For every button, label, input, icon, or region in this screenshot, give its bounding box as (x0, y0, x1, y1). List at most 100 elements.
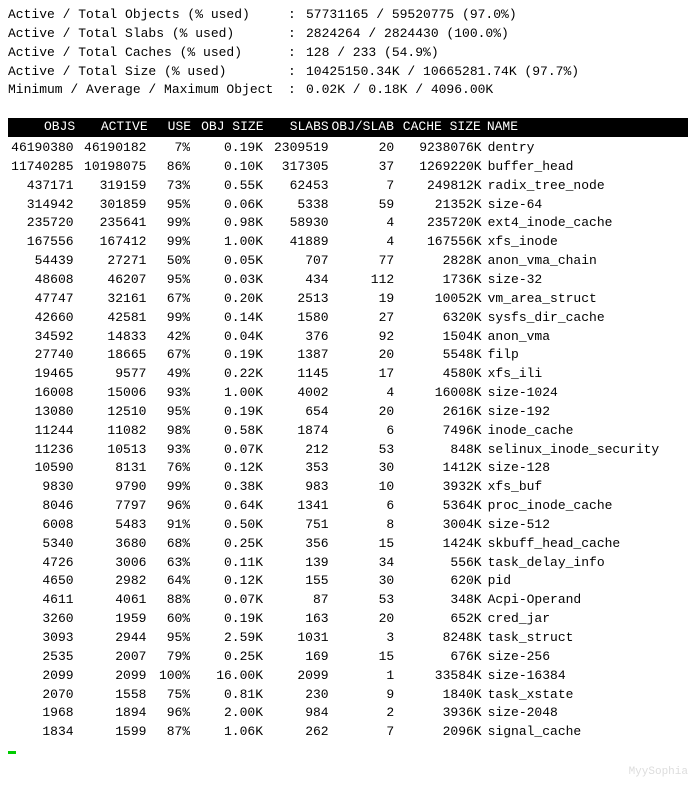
cell-cachesize: 21352K (394, 196, 481, 215)
cell-active: 5483 (74, 516, 147, 535)
cell-cachesize: 2096K (394, 723, 481, 742)
cell-active: 3006 (74, 554, 147, 573)
table-row: 31494230185995%0.06K53385921352Ksize-64 (8, 196, 688, 215)
cell-objs: 10590 (8, 459, 74, 478)
cell-active: 1894 (74, 704, 147, 723)
cell-cachesize: 2616K (394, 403, 481, 422)
table-row: 1834159987%1.06K26272096Ksignal_cache (8, 723, 688, 742)
table-row: 117402851019807586%0.10K317305371269220K… (8, 158, 688, 177)
cell-slabs: 376 (263, 328, 329, 347)
summary-line: Active / Total Size (% used): 10425150.3… (8, 63, 688, 82)
cell-name: dentry (482, 139, 688, 158)
cell-use: 99% (146, 309, 190, 328)
cell-slabs: 230 (263, 686, 329, 705)
cell-slabs: 5338 (263, 196, 329, 215)
cell-cachesize: 4580K (394, 365, 481, 384)
cell-objslab: 1 (329, 667, 395, 686)
cell-objs: 2070 (8, 686, 74, 705)
cell-active: 27271 (74, 252, 147, 271)
cell-objsize: 0.07K (190, 441, 263, 460)
cell-cachesize: 3936K (394, 704, 481, 723)
cell-objslab: 30 (329, 459, 395, 478)
cell-slabs: 1145 (263, 365, 329, 384)
cell-objsize: 0.50K (190, 516, 263, 535)
summary-value: 2824264 / 2824430 (100.0%) (306, 25, 509, 44)
table-row: 4611406188%0.07K8753348KAcpi-Operand (8, 591, 688, 610)
cell-name: radix_tree_node (482, 177, 688, 196)
cell-active: 2982 (74, 572, 147, 591)
cell-objsize: 0.20K (190, 290, 263, 309)
table-row: 1968189496%2.00K98423936Ksize-2048 (8, 704, 688, 723)
cell-name: size-256 (482, 648, 688, 667)
cell-active: 15006 (74, 384, 147, 403)
cell-cachesize: 1412K (394, 459, 481, 478)
table-row: 112361051393%0.07K21253848Kselinux_inode… (8, 441, 688, 460)
cell-objs: 4650 (8, 572, 74, 591)
col-objsize: OBJ SIZE (191, 118, 263, 137)
cell-slabs: 2513 (263, 290, 329, 309)
table-row: 10590813176%0.12K353301412Ksize-128 (8, 459, 688, 478)
cell-use: 49% (146, 365, 190, 384)
cell-name: task_xstate (482, 686, 688, 705)
cell-objsize: 0.25K (190, 648, 263, 667)
cell-name: anon_vma (482, 328, 688, 347)
cell-objsize: 0.07K (190, 591, 263, 610)
table-row: 16755616741299%1.00K418894167556Kxfs_ino… (8, 233, 688, 252)
cell-objslab: 15 (329, 648, 395, 667)
cell-objslab: 30 (329, 572, 395, 591)
cell-name: size-16384 (482, 667, 688, 686)
cell-objslab: 17 (329, 365, 395, 384)
cell-cachesize: 848K (394, 441, 481, 460)
table-row: 5340368068%0.25K356151424Kskbuff_head_ca… (8, 535, 688, 554)
cell-objsize: 1.00K (190, 384, 263, 403)
cell-use: 95% (146, 196, 190, 215)
table-row: 4726300663%0.11K13934556Ktask_delay_info (8, 554, 688, 573)
cell-active: 10198075 (74, 158, 147, 177)
cell-name: size-1024 (482, 384, 688, 403)
cell-use: 50% (146, 252, 190, 271)
cell-objsize: 0.58K (190, 422, 263, 441)
cell-cachesize: 1840K (394, 686, 481, 705)
cell-active: 2944 (74, 629, 147, 648)
cell-cachesize: 6320K (394, 309, 481, 328)
summary-line: Minimum / Average / Maximum Object: 0.02… (8, 81, 688, 100)
cell-objs: 437171 (8, 177, 74, 196)
cell-cachesize: 8248K (394, 629, 481, 648)
cell-objs: 19465 (8, 365, 74, 384)
cell-objs: 46190380 (8, 139, 74, 158)
cell-cachesize: 10052K (394, 290, 481, 309)
col-objs: OBJS (10, 118, 75, 137)
cell-objsize: 0.03K (190, 271, 263, 290)
cell-active: 32161 (74, 290, 147, 309)
col-use: USE (148, 118, 191, 137)
summary-label: Active / Total Objects (% used) (8, 6, 288, 25)
cell-slabs: 169 (263, 648, 329, 667)
cell-active: 167412 (74, 233, 147, 252)
cell-slabs: 434 (263, 271, 329, 290)
cell-objsize: 16.00K (190, 667, 263, 686)
cell-cachesize: 7496K (394, 422, 481, 441)
cell-objsize: 0.12K (190, 459, 263, 478)
cell-objslab: 6 (329, 422, 395, 441)
cell-use: 96% (146, 704, 190, 723)
cell-active: 1599 (74, 723, 147, 742)
cell-active: 1959 (74, 610, 147, 629)
cell-name: pid (482, 572, 688, 591)
cell-objsize: 1.00K (190, 233, 263, 252)
cell-slabs: 1341 (263, 497, 329, 516)
summary-colon: : (288, 6, 306, 25)
cell-name: sysfs_dir_cache (482, 309, 688, 328)
cell-objsize: 0.12K (190, 572, 263, 591)
summary-line: Active / Total Caches (% used): 128 / 23… (8, 44, 688, 63)
col-objslab: OBJ/SLAB (329, 118, 394, 137)
cell-use: 79% (146, 648, 190, 667)
cell-use: 75% (146, 686, 190, 705)
cell-objs: 9830 (8, 478, 74, 497)
cell-cachesize: 348K (394, 591, 481, 610)
table-row: 8046779796%0.64K134165364Kproc_inode_cac… (8, 497, 688, 516)
cell-active: 2099 (74, 667, 147, 686)
cell-objsize: 2.59K (190, 629, 263, 648)
cell-objsize: 0.81K (190, 686, 263, 705)
cell-cachesize: 9238076K (394, 139, 481, 158)
cell-objs: 11244 (8, 422, 74, 441)
